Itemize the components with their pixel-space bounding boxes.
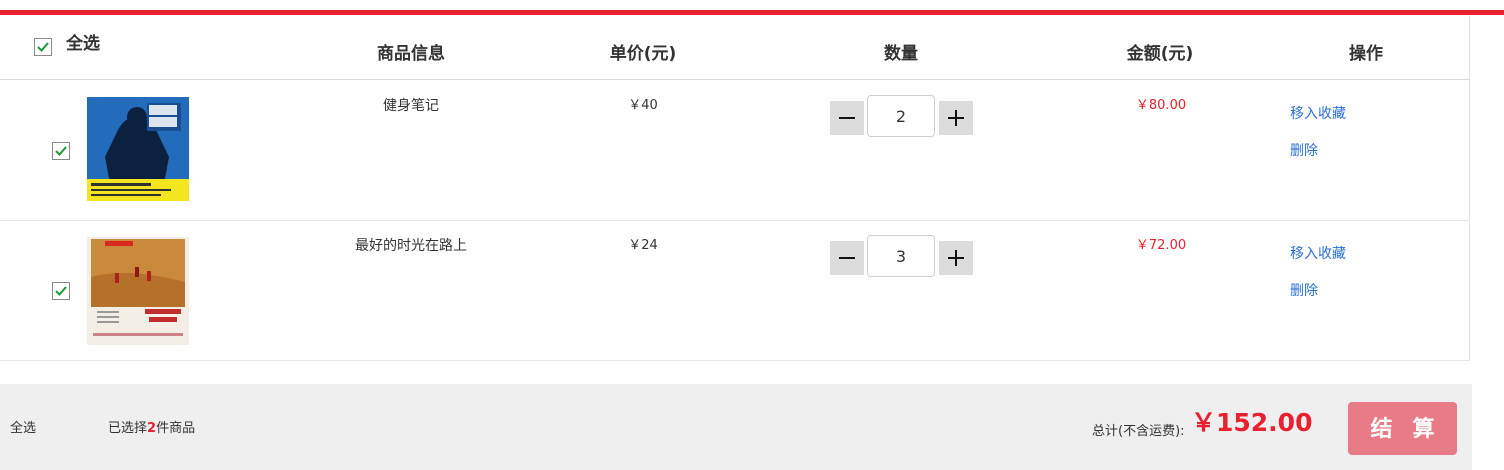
move-to-favorites-link[interactable]: 移入收藏 (1290, 245, 1346, 263)
cart-footer: 全选 已选择2件商品 总计(不含运费): ￥152.00 结算 (0, 384, 1472, 470)
cart-item-row: 健身笔记 ￥40 ￥80.00 移入收藏 删除 (0, 81, 1470, 221)
item-checkbox[interactable] (52, 282, 70, 300)
item-checkbox[interactable] (52, 142, 70, 160)
product-name[interactable]: 最好的时光在路上 (311, 236, 511, 256)
select-all-label: 全选 (66, 34, 100, 54)
cart-item-row: 最好的时光在路上 ￥24 ￥72.00 移入收藏 删除 (0, 221, 1470, 361)
column-header-product: 商品信息 (377, 44, 445, 64)
product-name[interactable]: 健身笔记 (311, 96, 511, 116)
increase-quantity-button[interactable] (939, 241, 973, 275)
quantity-input[interactable] (867, 95, 935, 137)
product-cover-image[interactable] (87, 237, 189, 345)
check-icon (37, 42, 49, 52)
total-label: 总计(不含运费): (1092, 424, 1185, 439)
cart-table: 全选 商品信息 单价(元) 数量 金额(元) 操作 健身笔记 ￥40 2 ￥80… (0, 15, 1470, 361)
plus-icon (948, 110, 964, 126)
table-header: 全选 商品信息 单价(元) 数量 金额(元) 操作 (0, 15, 1470, 80)
product-cover-image[interactable] (87, 97, 189, 205)
item-amount: ￥80.00 (1135, 98, 1187, 113)
column-header-quantity: 数量 (884, 44, 918, 64)
select-all-checkbox[interactable] (34, 38, 52, 56)
decrease-quantity-button[interactable] (830, 101, 864, 135)
unit-price: ￥24 (628, 238, 658, 253)
check-icon (55, 146, 67, 156)
check-icon (55, 286, 67, 296)
selected-prefix: 已选择 (108, 421, 148, 436)
total-value: ￥152.00 (1191, 408, 1313, 437)
move-to-favorites-link[interactable]: 移入收藏 (1290, 105, 1346, 123)
column-header-amount: 金额(元) (1126, 44, 1194, 64)
plus-icon (948, 250, 964, 266)
item-amount: ￥72.00 (1135, 238, 1187, 253)
delete-item-link[interactable]: 删除 (1290, 282, 1318, 300)
checkout-button[interactable]: 结算 (1348, 402, 1457, 455)
minus-icon (839, 117, 855, 119)
selected-count: 2 (147, 421, 157, 436)
footer-select-all[interactable]: 全选 (10, 417, 36, 436)
column-header-price: 单价(元) (609, 44, 677, 64)
decrease-quantity-button[interactable] (830, 241, 864, 275)
unit-price: ￥40 (628, 98, 658, 113)
selected-count-info: 已选择2件商品 (108, 417, 195, 436)
delete-item-link[interactable]: 删除 (1290, 142, 1318, 160)
column-header-action: 操作 (1349, 44, 1383, 64)
minus-icon (839, 257, 855, 259)
selected-suffix: 件商品 (156, 421, 196, 436)
increase-quantity-button[interactable] (939, 101, 973, 135)
quantity-input[interactable] (867, 235, 935, 277)
